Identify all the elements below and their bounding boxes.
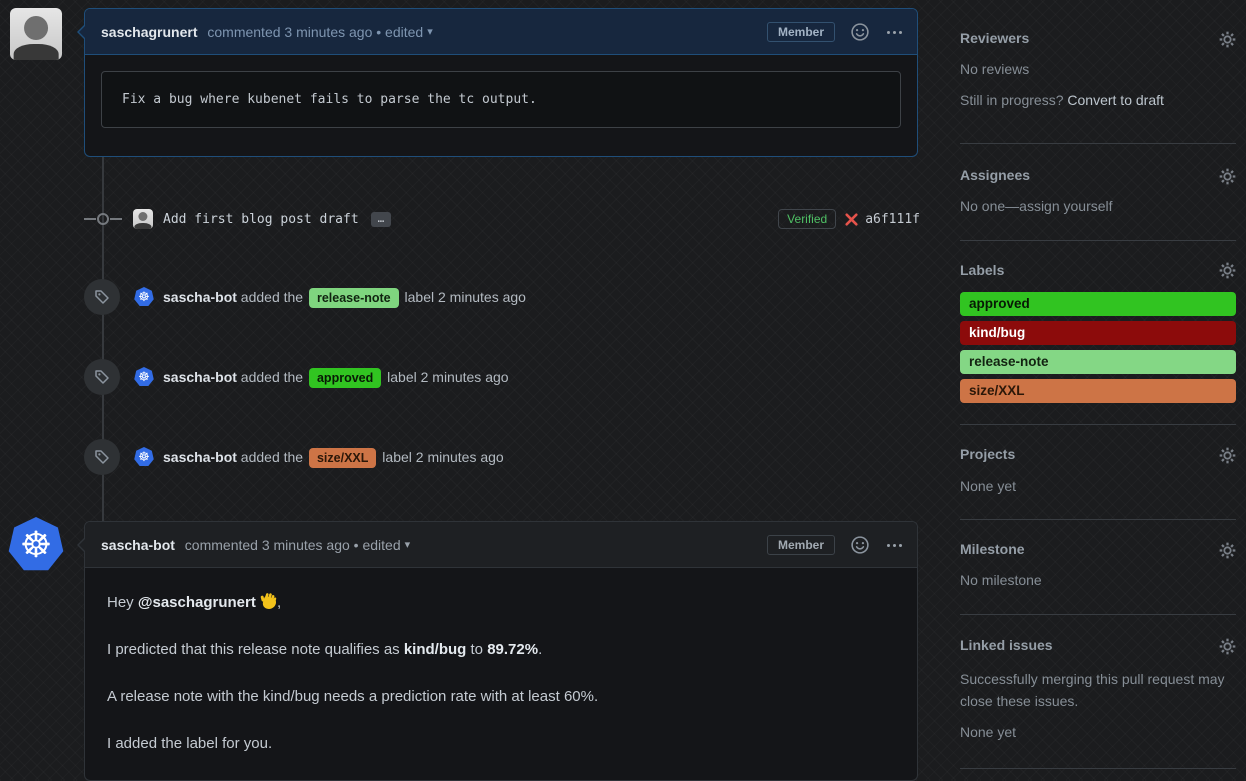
label-event-row: ☸ sascha-bot added the release-note labe… <box>84 279 920 315</box>
comment-body: Fix a bug where kubenet fails to parse t… <box>85 55 917 144</box>
pr-description-comment: saschagrunert commented 3 minutes ago • … <box>84 8 918 157</box>
edited-dropdown-icon[interactable]: ▾ <box>405 538 411 551</box>
pr-conversation-page: { "colors": { "page_bg": "#1b1c1e", "pin… <box>0 0 1246 780</box>
divider <box>960 614 1236 615</box>
sidebar-label-size-xxl[interactable]: size/XXL <box>960 379 1236 403</box>
comment-header: sascha-bot commented 3 minutes ago • edi… <box>85 522 917 568</box>
label-chip[interactable]: approved <box>309 368 381 388</box>
sidebar-heading-assignees: Assignees <box>960 167 1030 183</box>
divider <box>960 768 1236 769</box>
status-failed-x-icon[interactable] <box>844 212 859 227</box>
comment-paragraph: I added the label for you. <box>107 733 895 754</box>
divider <box>960 143 1236 144</box>
comment-author[interactable]: sascha-bot <box>101 537 175 553</box>
reviewers-empty-text: No reviews <box>960 61 1029 77</box>
gear-icon[interactable] <box>1219 638 1236 655</box>
event-actor[interactable]: sascha-bot <box>163 289 237 305</box>
comment-paragraph: A release note with the kind/bug needs a… <box>107 686 895 707</box>
bot-avatar[interactable]: ☸ <box>134 287 154 307</box>
smiley-icon <box>851 536 869 554</box>
kebab-menu-icon[interactable] <box>885 23 903 41</box>
gear-icon[interactable] <box>1219 542 1236 559</box>
label-chip[interactable]: release-note <box>309 288 399 308</box>
release-note-code-block: Fix a bug where kubenet fails to parse t… <box>101 71 901 128</box>
sidebar-label-approved[interactable]: approved <box>960 292 1236 316</box>
comment-author[interactable]: saschagrunert <box>101 24 197 40</box>
sidebar-heading-linked-issues: Linked issues <box>960 637 1053 653</box>
sidebar-heading-reviewers: Reviewers <box>960 30 1029 46</box>
sidebar-label-kind-bug[interactable]: kind/bug <box>960 321 1236 345</box>
comment-caret-fill <box>79 26 85 38</box>
bot-avatar[interactable]: ☸ <box>134 447 154 467</box>
sidebar-heading-projects: Projects <box>960 446 1015 462</box>
git-commit-icon <box>84 212 122 226</box>
tag-icon <box>94 289 110 305</box>
commit-message-link[interactable]: Add first blog post draft <box>163 212 359 227</box>
tag-icon <box>94 369 110 385</box>
label-chip[interactable]: size/XXL <box>309 448 376 468</box>
milestone-empty-text: No milestone <box>960 572 1042 588</box>
linked-issues-description: Successfully merging this pull request m… <box>960 668 1236 712</box>
comment-meta: commented 3 minutes ago • edited <box>203 24 423 40</box>
kebab-menu-icon[interactable] <box>885 536 903 554</box>
divider <box>960 424 1236 425</box>
emoji-reaction-button[interactable] <box>851 536 869 554</box>
commit-expand-button[interactable]: … <box>371 212 392 227</box>
sidebar-heading-labels: Labels <box>960 262 1004 278</box>
member-badge: Member <box>767 22 835 42</box>
bot-comment: sascha-bot commented 3 minutes ago • edi… <box>84 521 918 781</box>
comment-body: Hey @saschagrunert , I predicted that th… <box>85 568 917 754</box>
gear-icon[interactable] <box>1219 168 1236 185</box>
divider <box>960 519 1236 520</box>
commit-sha-link[interactable]: a6f111f <box>865 212 920 227</box>
sidebar-heading-milestone: Milestone <box>960 541 1025 557</box>
convert-to-draft-row: Still in progress? Convert to draft <box>960 92 1164 108</box>
comment-caret-fill <box>79 539 85 551</box>
tag-icon <box>94 449 110 465</box>
convert-to-draft-link[interactable]: Convert to draft <box>1067 92 1164 108</box>
assign-yourself-link[interactable]: assign yourself <box>1019 198 1112 214</box>
event-actor[interactable]: sascha-bot <box>163 449 237 465</box>
linked-issues-empty-text: None yet <box>960 724 1016 740</box>
sidebar-label-release-note[interactable]: release-note <box>960 350 1236 374</box>
bot-avatar-kubernetes[interactable]: ☸ <box>8 517 64 573</box>
member-badge: Member <box>767 535 835 555</box>
projects-empty-text: None yet <box>960 478 1016 494</box>
mention-link[interactable]: @saschagrunert <box>138 594 256 611</box>
author-avatar-saschagrunert[interactable] <box>10 8 62 60</box>
assignees-empty-text: No one—assign yourself <box>960 198 1113 214</box>
event-actor[interactable]: sascha-bot <box>163 369 237 385</box>
divider <box>960 240 1236 241</box>
label-event-row: ☸ sascha-bot added the size/XXL label 2 … <box>84 439 920 475</box>
comment-header: saschagrunert commented 3 minutes ago • … <box>85 9 917 55</box>
commit-event-row: Add first blog post draft … Verified a6f… <box>84 205 920 233</box>
label-event-row: ☸ sascha-bot added the approved label 2 … <box>84 359 920 395</box>
comment-paragraph: I predicted that this release note quali… <box>107 639 895 660</box>
gear-icon[interactable] <box>1219 262 1236 279</box>
gear-icon[interactable] <box>1219 31 1236 48</box>
sidebar: Reviewers No reviews Still in progress? … <box>960 0 1236 780</box>
edited-dropdown-icon[interactable]: ▾ <box>427 25 433 38</box>
gear-icon[interactable] <box>1219 447 1236 464</box>
emoji-reaction-button[interactable] <box>851 23 869 41</box>
commit-author-avatar[interactable] <box>133 209 153 229</box>
comment-meta: commented 3 minutes ago • edited <box>181 537 401 553</box>
bot-avatar[interactable]: ☸ <box>134 367 154 387</box>
verified-badge[interactable]: Verified <box>778 209 836 229</box>
wave-emoji <box>260 593 277 610</box>
smiley-icon <box>851 23 869 41</box>
greeting-line: Hey @saschagrunert , <box>107 592 895 613</box>
